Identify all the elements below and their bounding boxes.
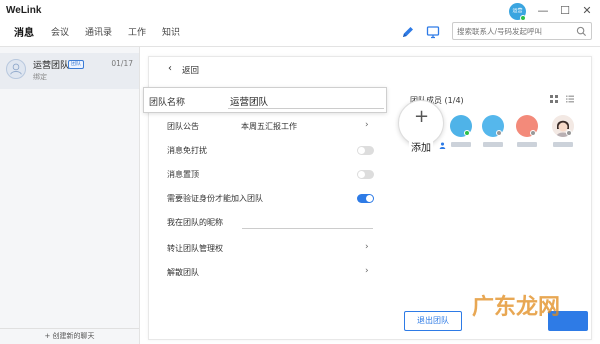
list-view-icon[interactable] [566,95,574,103]
mute-label: 消息免打扰 [167,146,207,155]
back-button[interactable]: 返回 [182,64,199,76]
team-badge: 团队 [68,60,85,69]
app-title: WeLink [6,5,42,16]
team-avatar-icon [6,59,26,79]
chevron-right-icon[interactable]: › [365,242,369,252]
watermark-logo: 广东龙网 [472,294,560,320]
conversation-preview: 绑定 [33,73,47,81]
team-name-value: 运营团队 [230,97,269,108]
toggle-knob [366,195,373,202]
back-chevron-icon[interactable]: ‹ [168,63,172,74]
team-name-underline [228,108,384,109]
nickname-input[interactable] [242,228,373,229]
member-offline-dot [496,130,502,136]
pin-label: 消息置顶 [167,170,199,179]
screen-share-icon[interactable] [425,24,441,40]
toggle-knob [358,171,365,178]
nav-tab-contacts[interactable]: 通讯录 [85,25,112,38]
member-name-placeholder [451,142,471,147]
transfer-admin-label[interactable]: 转让团队管理权 [167,243,223,254]
mute-toggle[interactable] [357,146,374,155]
member-online-dot [464,130,470,136]
verify-join-toggle[interactable] [357,194,374,203]
create-chat-button[interactable]: + 创建新的聊天 [0,328,139,344]
plus-icon[interactable]: + [414,108,429,126]
conversation-sidebar: 运营团队 团队 01/17 绑定 + 创建新的聊天 [0,47,140,344]
member-name-placeholder [517,142,537,147]
nav-tab-messages[interactable]: 消息 [14,24,34,39]
search-box [452,22,592,40]
conversation-name: 运营团队 [33,61,70,71]
nav-tab-meetings[interactable]: 会议 [51,25,69,38]
add-member-label[interactable]: 添加 [409,139,433,154]
team-name-label: 团队名称 [149,98,186,108]
chevron-right-icon[interactable]: › [365,120,369,130]
nav-tab-work[interactable]: 工作 [128,25,146,38]
svg-text:广东龙网: 广东龙网 [472,294,560,320]
announcement-value[interactable]: 本周五汇报工作 [241,121,297,132]
member-offline-dot [566,130,572,136]
announcement-label: 团队公告 [167,122,199,131]
member-name-placeholder [553,142,573,147]
conversation-item[interactable]: 运营团队 团队 01/17 绑定 [0,53,139,89]
minimize-button[interactable]: — [532,2,554,20]
team-name-field[interactable]: 团队名称 运营团队 [143,87,387,113]
close-button[interactable]: ✕ [576,2,598,20]
member-name-placeholder [483,142,503,147]
maximize-button[interactable]: ☐ [554,2,576,20]
disband-team-label[interactable]: 解散团队 [167,267,199,278]
pin-toggle[interactable] [357,170,374,179]
pen-icon[interactable] [400,24,416,40]
user-avatar-initials: 运营 [512,8,523,14]
search-input[interactable] [453,23,571,39]
member-offline-dot [530,130,536,136]
grid-view-icon[interactable] [550,95,558,103]
verify-join-label: 需要验证身份才能加入团队 [167,194,263,203]
conversation-date: 01/17 [111,59,133,68]
admin-person-icon [439,142,446,149]
search-icon[interactable] [576,26,587,37]
nav-tab-knowledge[interactable]: 知识 [162,25,180,38]
toggle-knob [358,147,365,154]
exit-team-button[interactable]: 退出团队 [404,311,462,331]
nickname-label: 我在团队的昵称 [167,218,223,227]
chevron-right-icon[interactable]: › [365,266,369,276]
